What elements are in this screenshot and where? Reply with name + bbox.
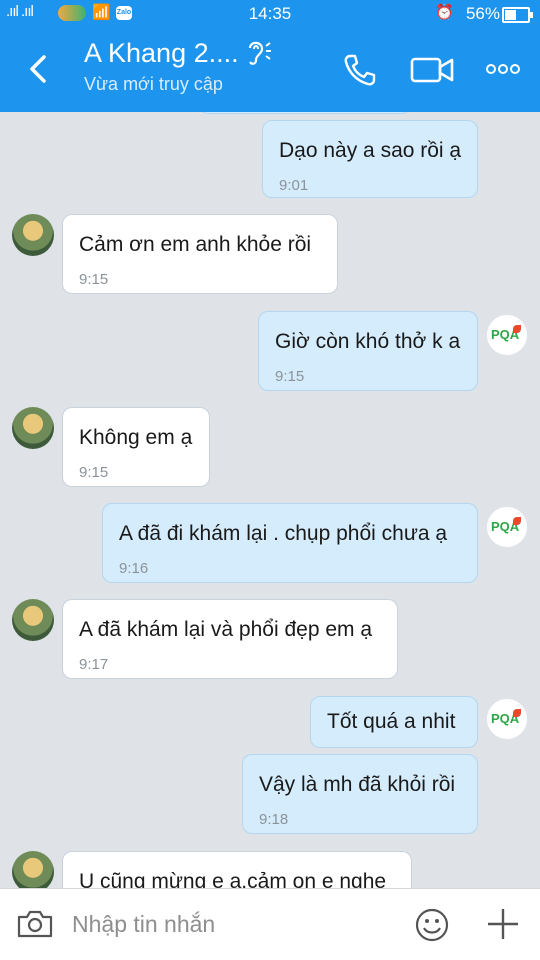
- status-bar: .ııl .ııl 📶 Zalo 14:35 ⏰ 56%: [0, 0, 540, 28]
- message-bubble-out[interactable]: Tốt quá a nhit: [310, 696, 478, 748]
- message-bubble-in[interactable]: Không em ạ 9:15: [62, 407, 210, 487]
- back-arrow-icon[interactable]: [26, 54, 50, 84]
- message-bubble-partial: [200, 112, 410, 114]
- alarm-icon: ⏰: [435, 4, 454, 21]
- message-text: A đã khám lại và phổi đẹp em ạ: [79, 618, 373, 641]
- my-avatar[interactable]: PQA: [486, 506, 528, 548]
- pqa-leaf-icon: [513, 517, 521, 525]
- pqa-leaf-icon: [513, 709, 521, 717]
- contact-avatar[interactable]: [12, 851, 54, 888]
- status-time: 14:35: [248, 4, 292, 23]
- message-input-bar: Nhập tin nhắn: [0, 888, 540, 960]
- message-text: Cảm ơn em anh khỏe rồi: [79, 233, 312, 256]
- message-input[interactable]: Nhập tin nhắn: [72, 911, 215, 938]
- message-bubble-in[interactable]: A đã khám lại và phổi đẹp em ạ 9:17: [62, 599, 398, 679]
- message-time: 9:16: [119, 560, 149, 577]
- emoji-icon[interactable]: [414, 907, 450, 943]
- contact-avatar[interactable]: [12, 407, 54, 449]
- message-bubble-out[interactable]: A đã đi khám lại . chụp phổi chưa ạ 9:16: [102, 503, 478, 583]
- message-bubble-in[interactable]: Cảm ơn em anh khỏe rồi 9:15: [62, 214, 338, 294]
- contact-avatar[interactable]: [12, 214, 54, 256]
- message-time: 9:15: [275, 368, 305, 385]
- message-text: U cũng mừng e ạ,cảm on e nghe: [79, 870, 387, 888]
- message-time: 9:17: [79, 656, 109, 673]
- ear-icon: [248, 41, 271, 65]
- message-text: A đã đi khám lại . chụp phổi chưa ạ: [119, 522, 448, 545]
- more-options-icon[interactable]: [486, 62, 520, 76]
- camera-icon[interactable]: [16, 909, 54, 939]
- video-call-icon[interactable]: [410, 54, 454, 86]
- message-time: 9:18: [259, 811, 289, 828]
- battery-level: [505, 10, 516, 20]
- phone-call-icon[interactable]: [342, 52, 378, 88]
- pqa-leaf-icon: [513, 325, 521, 333]
- chat-header: A Khang 2.... Vừa mới truy cập: [0, 28, 540, 112]
- message-bubble-out[interactable]: Vậy là mh đã khỏi rồi 9:18: [242, 754, 478, 834]
- battery-percent: 56%: [465, 4, 500, 23]
- message-time: 9:01: [279, 177, 309, 194]
- plus-icon[interactable]: [486, 907, 520, 941]
- message-bubble-out[interactable]: Dạo này a sao rồi ạ 9:01: [262, 120, 478, 198]
- message-bubble-out[interactable]: Giờ còn khó thở k a 9:15: [258, 311, 478, 391]
- message-text: Vậy là mh đã khỏi rồi: [259, 773, 456, 796]
- message-bubble-in[interactable]: U cũng mừng e ạ,cảm on e nghe: [62, 851, 412, 888]
- message-time: 9:15: [79, 271, 109, 288]
- message-text: Dạo này a sao rồi ạ: [279, 139, 462, 162]
- message-time: 9:15: [79, 464, 109, 481]
- my-avatar[interactable]: PQA: [486, 314, 528, 356]
- message-text: Không em ạ: [79, 426, 193, 449]
- contact-status: Vừa mới truy cập: [84, 74, 223, 94]
- contact-name[interactable]: A Khang 2....: [84, 38, 239, 69]
- contact-avatar[interactable]: [12, 599, 54, 641]
- message-text: Tốt quá a nhit: [327, 710, 456, 733]
- my-avatar[interactable]: PQA: [486, 698, 528, 740]
- message-list[interactable]: Dạo này a sao rồi ạ 9:01 Cảm ơn em anh k…: [0, 112, 540, 888]
- message-text: Giờ còn khó thở k a: [275, 330, 461, 353]
- battery-icon: [502, 7, 533, 23]
